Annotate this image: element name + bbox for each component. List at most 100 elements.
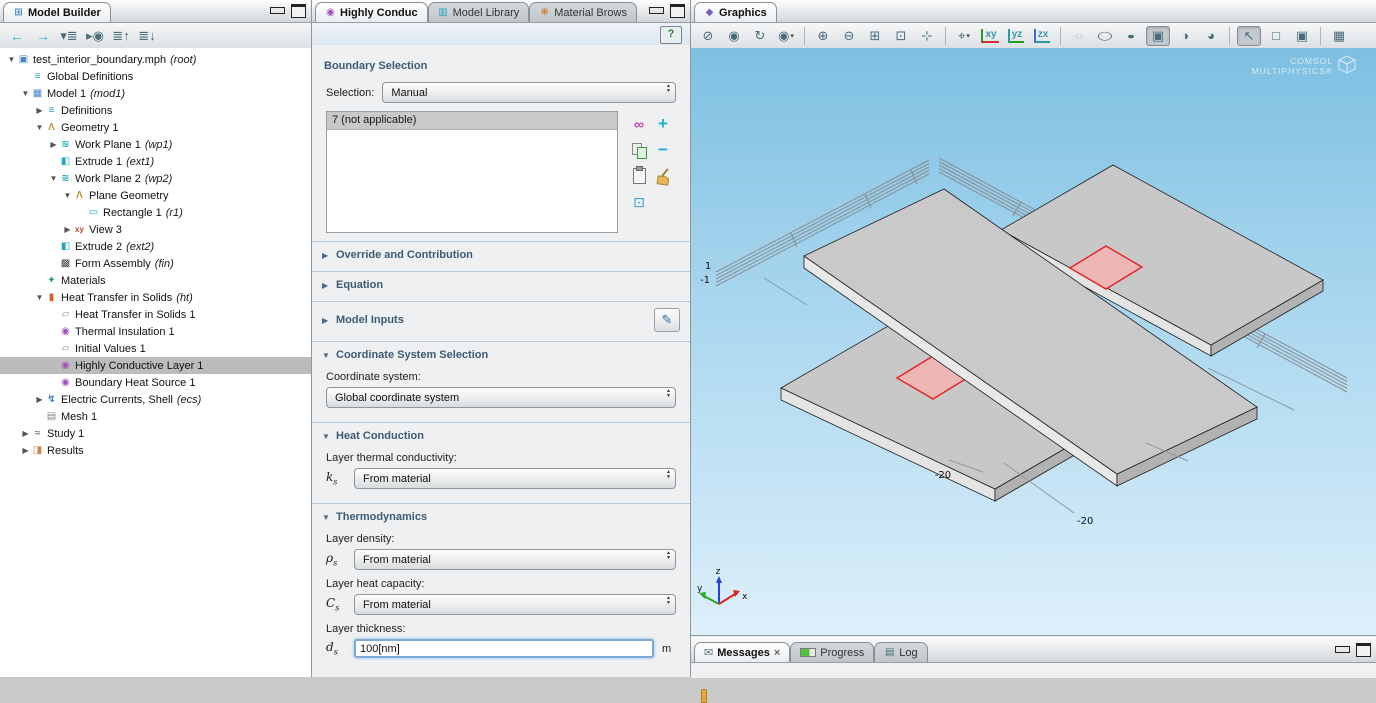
boundary-list[interactable]: 7 (not applicable) [326, 111, 618, 233]
back-button[interactable]: ← [6, 27, 28, 45]
chevron-right-icon[interactable]: ▶ [20, 446, 31, 455]
zoom-out-button[interactable]: ⊖ [838, 27, 860, 45]
tab-model-library[interactable]: ▥ Model Library [428, 2, 530, 22]
edit-model-inputs-button[interactable]: ✎ [654, 308, 680, 332]
zoom-box-button[interactable]: ⊞ [864, 27, 886, 45]
tab-material-browser[interactable]: ❋ Material Brows [529, 2, 637, 22]
move-down-button[interactable]: ≣↓ [136, 27, 158, 45]
tree-item[interactable]: ◧Extrude 1(ext1) [0, 153, 311, 170]
tree-item[interactable]: ▼▣test_interior_boundary.mph(root) [0, 51, 311, 68]
tree-item[interactable]: ✦Materials [0, 272, 311, 289]
chevron-down-icon[interactable]: ▼ [34, 293, 45, 302]
coordinate-system-dropdown[interactable]: Global coordinate system ▲▼ [326, 387, 676, 408]
chevron-right-icon[interactable]: ▶ [34, 106, 45, 115]
chevron-down-icon[interactable]: ▼ [62, 191, 73, 200]
tree-item[interactable]: ▶xyView 3 [0, 221, 311, 238]
scene-light-ellipse-button[interactable]: ◯ [1094, 27, 1116, 45]
tree-item[interactable]: ▩Form Assembly(fin) [0, 255, 311, 272]
select-box-mode-button[interactable]: ▣ [1146, 26, 1170, 46]
zoom-extents-button[interactable]: ⊹ [916, 27, 938, 45]
forward-button[interactable]: → [32, 27, 54, 45]
add-to-selection-button[interactable]: + [654, 115, 672, 133]
section-header[interactable]: ▼ Thermodynamics [312, 509, 690, 525]
chevron-down-icon[interactable]: ▼ [6, 55, 17, 64]
tree-item[interactable]: ◉Boundary Heat Source 1 [0, 374, 311, 391]
tree-item[interactable]: ▼▦Model 1(mod1) [0, 85, 311, 102]
chevron-right-icon[interactable]: ▶ [48, 140, 59, 149]
maximize-button[interactable] [670, 4, 685, 18]
tree-item[interactable]: ▼▮Heat Transfer in Solids(ht) [0, 289, 311, 306]
snapshot-camera-button[interactable]: ▦ [1328, 27, 1350, 45]
select-add-mode-button[interactable]: ◕ [1200, 27, 1222, 45]
maximize-button[interactable] [291, 4, 306, 18]
transparency-button[interactable]: ⊘ [697, 27, 719, 45]
select-pointer-button[interactable]: ↖ [1237, 26, 1261, 46]
create-selection-button[interactable]: ∞ [630, 115, 648, 133]
tab-progress[interactable]: Progress [790, 642, 874, 662]
section-header[interactable]: ▶ Override and Contribution [312, 247, 690, 263]
tab-messages[interactable]: ✉ Messages × [694, 642, 790, 662]
show-box-button[interactable]: □ [1265, 27, 1287, 45]
copy-selection-button[interactable] [632, 143, 647, 158]
tree-item[interactable]: ▤Mesh 1 [0, 408, 311, 425]
section-header[interactable]: ▶ Equation [312, 277, 690, 293]
help-icon[interactable]: ? [660, 26, 682, 44]
visibility-eye-button[interactable]: ◉ [723, 27, 745, 45]
tree-item[interactable]: ◉Highly Conductive Layer 1 [0, 357, 311, 374]
show-wireframe-box-button[interactable]: ▣ [1291, 27, 1313, 45]
paste-selection-button[interactable] [633, 168, 646, 184]
zoom-in-button[interactable]: ⊕ [812, 27, 834, 45]
tree-item[interactable]: ▶◨Results [0, 442, 311, 459]
refresh-view-button[interactable]: ↻ [749, 27, 771, 45]
tab-graphics[interactable]: ◆ Graphics [694, 2, 777, 22]
tree-item[interactable]: ▼≋Work Plane 2(wp2) [0, 170, 311, 187]
section-header[interactable]: ▶ Model Inputs ✎ [312, 307, 690, 333]
tab-highly-conductive[interactable]: ◉ Highly Conduc [315, 2, 428, 22]
chevron-down-icon[interactable]: ▼ [20, 89, 31, 98]
chevron-right-icon[interactable]: ▶ [20, 429, 31, 438]
minimize-button[interactable] [270, 7, 285, 14]
show-button[interactable]: ▸◉ [84, 27, 106, 45]
tree-item[interactable]: ▱Initial Values 1 [0, 340, 311, 357]
collapse-all-button[interactable]: ▾≣ [58, 27, 80, 45]
tree-item[interactable]: ▶≡Definitions [0, 102, 311, 119]
tree-item[interactable]: ▭Rectangle 1(r1) [0, 204, 311, 221]
tab-log[interactable]: ▤ Log [874, 642, 927, 662]
heat-capacity-dropdown[interactable]: From material ▲▼ [354, 594, 676, 615]
view-xy-button[interactable]: xy [979, 27, 1001, 45]
clear-selection-button[interactable] [656, 168, 670, 184]
tree-item[interactable]: ▶≈Study 1 [0, 425, 311, 442]
tree-item[interactable]: ≡Global Definitions [0, 68, 311, 85]
boundary-list-item[interactable]: 7 (not applicable) [327, 112, 617, 130]
move-up-button[interactable]: ≣↑ [110, 27, 132, 45]
zoom-selected-button[interactable]: ⊡ [890, 27, 912, 45]
tree-item[interactable]: ▱Heat Transfer in Solids 1 [0, 306, 311, 323]
layer-density-dropdown[interactable]: From material ▲▼ [354, 549, 676, 570]
chevron-down-icon[interactable]: ▼ [48, 174, 59, 183]
tree-item[interactable]: ▼ΛPlane Geometry [0, 187, 311, 204]
tree-item[interactable]: ◧Extrude 2(ext2) [0, 238, 311, 255]
remove-from-selection-button[interactable]: − [654, 141, 672, 159]
graphics-viewport[interactable]: 1 -1 -20 -20 COMSOL MULTIPHYSICS® [691, 48, 1376, 636]
scene-dark-ellipse-button[interactable]: ● [1120, 27, 1142, 45]
chevron-down-icon[interactable]: ▼ [34, 123, 45, 132]
chevron-right-icon[interactable]: ▶ [34, 395, 45, 404]
chevron-right-icon[interactable]: ▶ [62, 225, 73, 234]
tab-model-builder[interactable]: ⊞ Model Builder [3, 2, 111, 22]
view-zx-button[interactable]: zx [1031, 27, 1053, 45]
minimize-button[interactable] [1335, 646, 1350, 653]
thermal-conductivity-dropdown[interactable]: From material ▲▼ [354, 468, 676, 489]
scene-dashed-ellipse-button[interactable]: ◌ [1068, 27, 1090, 45]
tree-item[interactable]: ▶↯Electric Currents, Shell(ecs) [0, 391, 311, 408]
zoom-to-selection-button[interactable]: ⊡ [630, 193, 648, 211]
minimize-button[interactable] [649, 7, 664, 14]
section-header[interactable]: ▼ Heat Conduction [312, 428, 690, 444]
go-to-default-view-button[interactable]: ⌖▾ [953, 27, 975, 45]
tree-item[interactable]: ▶≋Work Plane 1(wp1) [0, 136, 311, 153]
select-sphere-mode-button[interactable]: ◑ [1174, 27, 1196, 45]
selection-dropdown[interactable]: Manual ▲▼ [382, 82, 676, 103]
view-options-button[interactable]: ◉▾ [775, 27, 797, 45]
tree-item[interactable]: ▼ΛGeometry 1 [0, 119, 311, 136]
tree-item[interactable]: ◉Thermal Insulation 1 [0, 323, 311, 340]
section-header[interactable]: ▼ Coordinate System Selection [312, 347, 690, 363]
